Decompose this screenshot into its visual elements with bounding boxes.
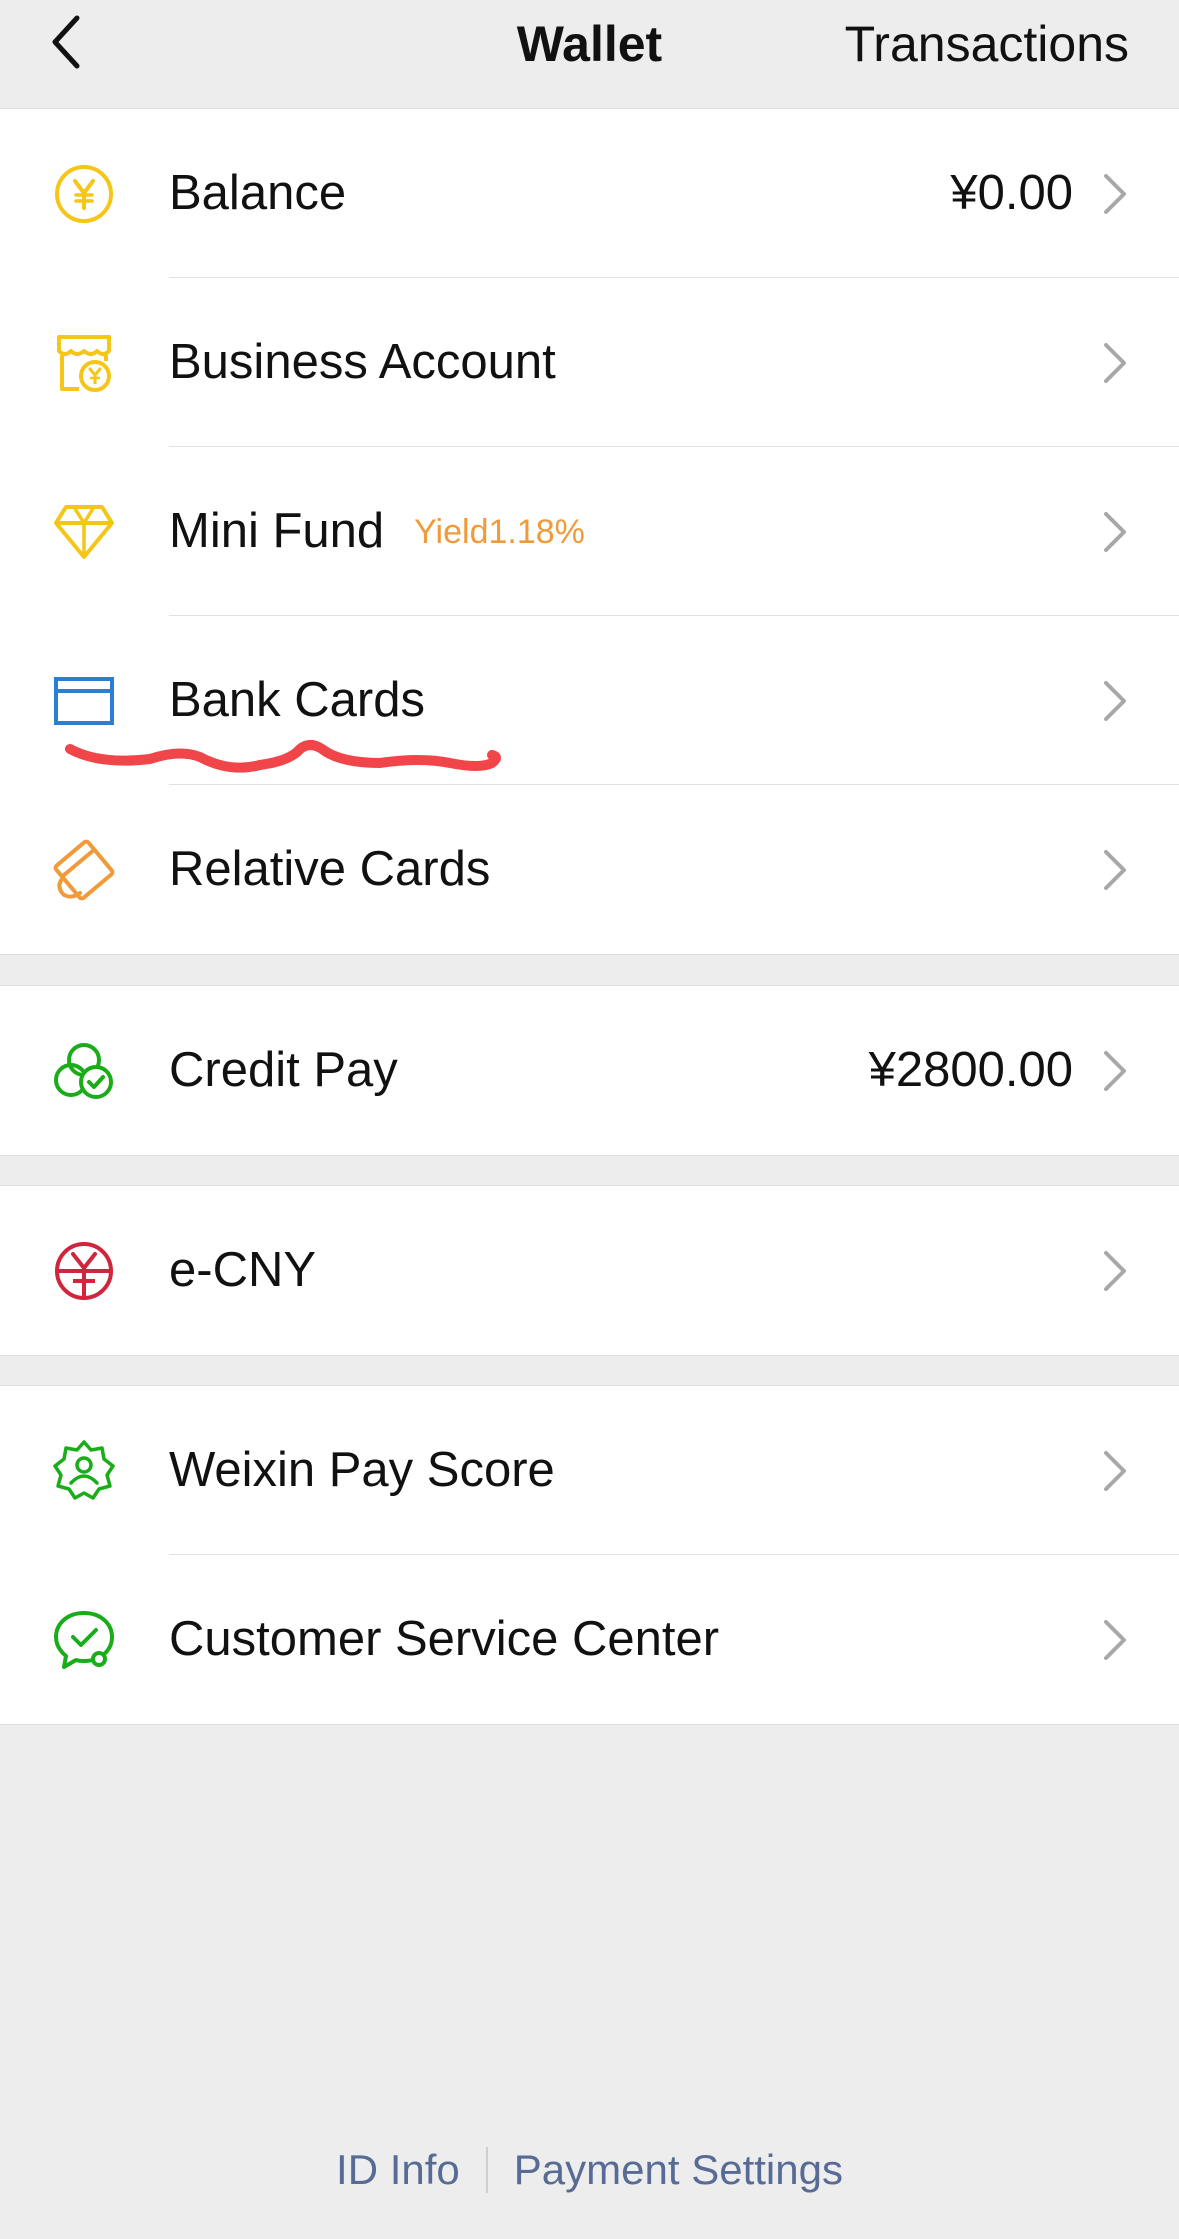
weixin-pay-score-label: Weixin Pay Score [169, 1443, 555, 1497]
pay-score-icon [50, 1437, 118, 1505]
transactions-button[interactable]: Transactions [845, 14, 1129, 74]
chevron-right-icon [1104, 511, 1126, 552]
ecny-label: e-CNY [169, 1243, 317, 1297]
ecny-row[interactable]: e-CNY [0, 1186, 1179, 1355]
shop-icon [50, 329, 118, 397]
bank-cards-label: Bank Cards [169, 673, 426, 727]
mini-fund-label: Mini Fund Yield1.18% [169, 447, 585, 617]
id-info-link[interactable]: ID Info [310, 2146, 486, 2194]
customer-service-label: Customer Service Center [169, 1612, 720, 1666]
credit-pay-row[interactable]: Credit Pay ¥2800.00 [0, 986, 1179, 1155]
wallet-group-ecny: e-CNY [0, 1185, 1179, 1356]
balance-label: Balance [169, 166, 347, 220]
balance-row[interactable]: Balance ¥0.00 [0, 109, 1179, 278]
chevron-right-icon [1104, 342, 1126, 383]
relative-cards-row[interactable]: Relative Cards [0, 785, 1179, 954]
top-nav-bar: Wallet Transactions [0, 0, 1179, 109]
business-account-label: Business Account [169, 335, 556, 389]
bank-card-icon [50, 667, 118, 735]
credit-pay-label: Credit Pay [169, 1043, 398, 1097]
payment-settings-link[interactable]: Payment Settings [488, 2146, 869, 2194]
relative-cards-label: Relative Cards [169, 842, 491, 896]
customer-service-row[interactable]: Customer Service Center [0, 1555, 1179, 1724]
footer-links: ID Info Payment Settings [0, 2140, 1179, 2200]
credit-pay-value: ¥2800.00 [868, 1043, 1073, 1097]
weixin-pay-score-row[interactable]: Weixin Pay Score [0, 1386, 1179, 1555]
chevron-right-icon [1104, 680, 1126, 721]
balance-value: ¥0.00 [950, 166, 1073, 220]
chevron-right-icon [1104, 173, 1126, 214]
wallet-group-credit: Credit Pay ¥2800.00 [0, 985, 1179, 1156]
mini-fund-text: Mini Fund [169, 504, 385, 558]
wallet-group-services: Weixin Pay Score Customer Service Center [0, 1385, 1179, 1725]
chevron-right-icon [1104, 1450, 1126, 1491]
chevron-right-icon [1104, 1250, 1126, 1291]
chevron-right-icon [1104, 1619, 1126, 1660]
mini-fund-row[interactable]: Mini Fund Yield1.18% [0, 447, 1179, 616]
yuan-coin-icon [50, 160, 118, 228]
chevron-right-icon [1104, 849, 1126, 890]
chevron-right-icon [1104, 1050, 1126, 1091]
business-account-row[interactable]: Business Account [0, 278, 1179, 447]
customer-service-icon [50, 1606, 118, 1674]
wallet-group-main: Balance ¥0.00 Business Account Mini Fund… [0, 108, 1179, 955]
relative-card-icon [50, 836, 118, 904]
yield-badge: Yield1.18% [414, 513, 585, 551]
diamond-icon [50, 498, 118, 566]
ecny-icon [50, 1237, 118, 1305]
bank-cards-row[interactable]: Bank Cards [0, 616, 1179, 785]
credit-pay-icon [50, 1037, 118, 1105]
